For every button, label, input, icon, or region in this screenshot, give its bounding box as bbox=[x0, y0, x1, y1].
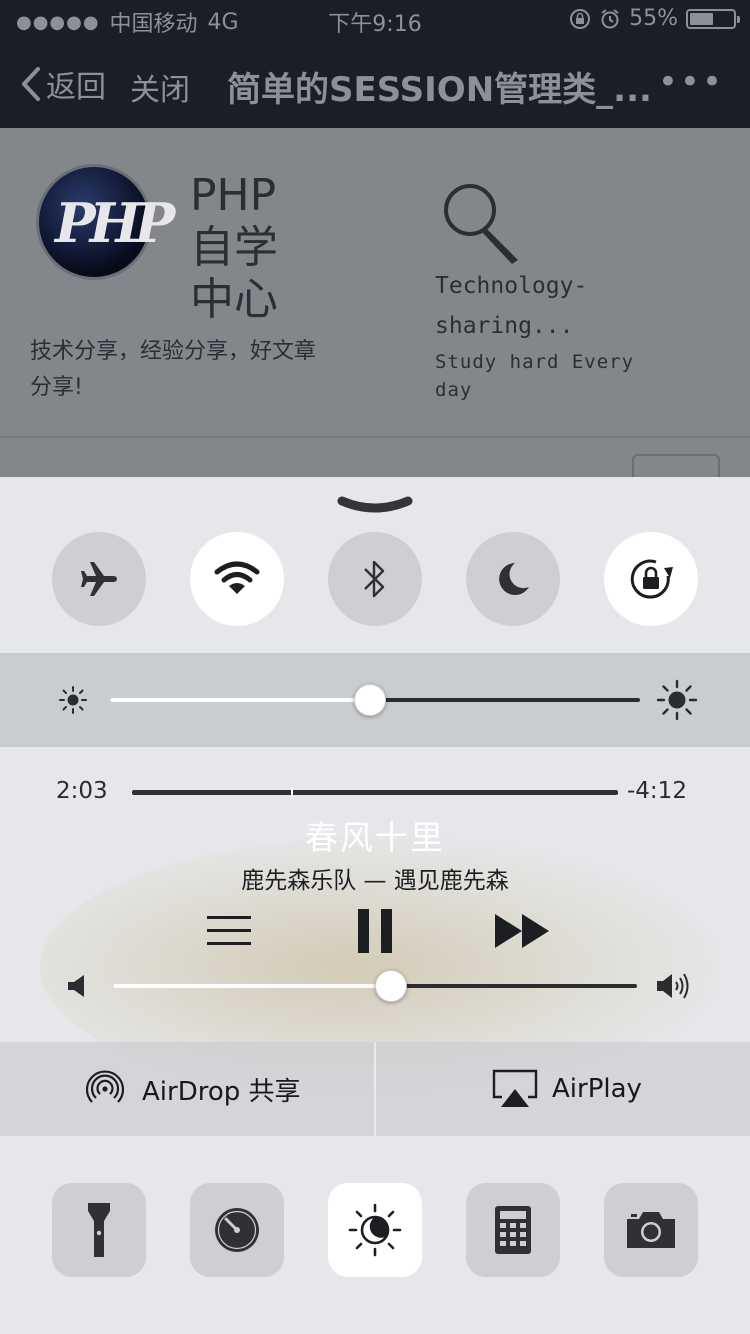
do-not-disturb-toggle[interactable] bbox=[466, 532, 560, 626]
volume-slider-knob[interactable] bbox=[374, 970, 407, 1002]
battery-fill bbox=[690, 12, 713, 25]
brightness-low-icon bbox=[59, 686, 87, 714]
airdrop-button[interactable]: AirDrop 共享 bbox=[82, 1042, 301, 1136]
airplay-icon bbox=[492, 1069, 538, 1107]
pause-icon bbox=[358, 909, 392, 953]
left-card-desc: 技术分享，经验分享，好文章分享! bbox=[30, 339, 317, 400]
bluetooth-toggle[interactable] bbox=[328, 532, 422, 626]
camera-button[interactable] bbox=[604, 1183, 698, 1277]
fast-forward-button[interactable] bbox=[490, 909, 554, 953]
brightness-slider-knob[interactable] bbox=[353, 684, 386, 716]
airdrop-icon bbox=[85, 1070, 125, 1103]
divider bbox=[0, 436, 750, 438]
airplay-label: AirPlay bbox=[552, 1074, 642, 1104]
orientation-lock-icon bbox=[570, 8, 591, 29]
flashlight-button[interactable] bbox=[52, 1183, 146, 1277]
song-title: 春风十里 bbox=[305, 818, 445, 857]
song-artist-album: 鹿先森乐队 — 遇见鹿先森 bbox=[241, 868, 509, 894]
magnifier-icon[interactable] bbox=[440, 180, 530, 266]
airplane-mode-toggle[interactable] bbox=[52, 532, 146, 626]
brightness-slider-fill bbox=[110, 698, 370, 702]
fast-forward-icon bbox=[495, 914, 549, 948]
page-content: PHP PHP 自学 中心 技术分享，经验分享，好文章分享! Technolog… bbox=[0, 128, 750, 494]
control-center: 2:03 -4:12 春风十里 鹿先森乐队 — 遇见鹿先森 AirDrop 共享… bbox=[0, 477, 750, 1334]
left-card-name[interactable]: PHP 自学 中心 bbox=[190, 170, 300, 326]
nav-bar: 返回 关闭 简单的SESSION管理类_... ••• bbox=[0, 40, 750, 128]
more-button[interactable]: ••• bbox=[658, 62, 724, 102]
elapsed-time: 2:03 bbox=[56, 778, 108, 804]
battery-icon bbox=[686, 8, 740, 29]
wifi-icon bbox=[214, 561, 260, 594]
status-bar: ●●●●● 中国移动 4G 下午9:16 55% bbox=[0, 0, 750, 40]
brightness-high-icon bbox=[656, 679, 698, 721]
chevron-left-icon bbox=[22, 67, 40, 101]
night-shift-button[interactable] bbox=[328, 1183, 422, 1277]
page-title: 简单的SESSION管理类_... bbox=[227, 70, 652, 110]
rotation-lock-icon bbox=[630, 559, 673, 599]
php-logo[interactable]: PHP bbox=[36, 164, 175, 280]
playback-scrubber[interactable] bbox=[132, 790, 618, 795]
airdrop-label: AirDrop 共享 bbox=[142, 1076, 301, 1107]
airplane-icon bbox=[81, 562, 117, 596]
calculator-button[interactable] bbox=[466, 1183, 560, 1277]
volume-slider-fill bbox=[113, 984, 391, 988]
camera-icon bbox=[627, 1212, 675, 1248]
timer-icon bbox=[215, 1208, 259, 1252]
volume-low-icon bbox=[68, 975, 84, 997]
right-card-name[interactable]: Technology-sharing... bbox=[435, 266, 655, 346]
back-label: 返回 bbox=[46, 70, 106, 105]
right-card-desc: Study hard Every day bbox=[435, 351, 635, 401]
share-divider bbox=[374, 1042, 376, 1136]
volume-high-icon bbox=[657, 973, 689, 999]
battery-percentage: 55% bbox=[629, 6, 678, 31]
pause-button[interactable] bbox=[352, 907, 398, 955]
timer-button[interactable] bbox=[190, 1183, 284, 1277]
alarm-icon bbox=[601, 8, 619, 28]
close-button[interactable]: 关闭 bbox=[130, 65, 190, 109]
calculator-icon bbox=[495, 1206, 531, 1254]
playback-position-marker[interactable] bbox=[291, 788, 294, 797]
rotation-lock-toggle[interactable] bbox=[604, 532, 698, 626]
grabber-chevron-icon[interactable] bbox=[336, 493, 414, 521]
night-shift-icon bbox=[348, 1203, 402, 1257]
back-button[interactable]: 返回 bbox=[20, 62, 106, 106]
remaining-time: -4:12 bbox=[627, 778, 687, 804]
moon-icon bbox=[499, 563, 529, 595]
airplay-button[interactable]: AirPlay bbox=[492, 1042, 642, 1136]
bluetooth-icon bbox=[364, 560, 385, 598]
track-list-button[interactable] bbox=[204, 911, 254, 951]
flashlight-icon bbox=[88, 1203, 110, 1257]
wifi-toggle[interactable] bbox=[190, 532, 284, 626]
list-icon bbox=[207, 916, 251, 945]
